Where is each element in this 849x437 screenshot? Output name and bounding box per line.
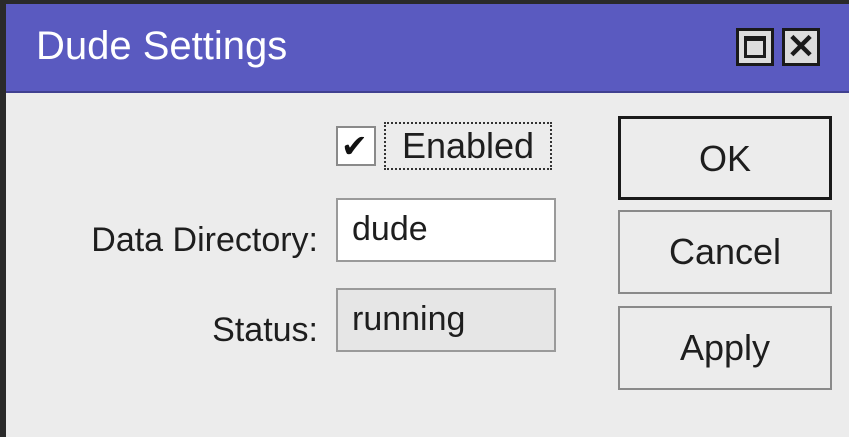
title-bar[interactable]: Dude Settings ✕ (6, 4, 849, 93)
status-label: Status: (212, 311, 318, 349)
maximize-button[interactable] (736, 28, 774, 66)
apply-button[interactable]: Apply (618, 306, 832, 390)
cancel-button[interactable]: Cancel (618, 210, 832, 294)
maximize-icon (744, 36, 766, 58)
data-directory-input[interactable]: dude (336, 198, 556, 262)
window-title: Dude Settings (36, 24, 288, 68)
data-directory-label: Data Directory: (91, 221, 318, 259)
close-icon: ✕ (786, 28, 816, 66)
status-field: running (336, 288, 556, 352)
close-button[interactable]: ✕ (782, 28, 820, 66)
dude-settings-window: Dude Settings ✕ ✔ Enabled Data Directory… (0, 0, 849, 437)
checkmark-icon: ✔ (341, 128, 368, 164)
enabled-label[interactable]: Enabled (384, 122, 552, 170)
ok-button[interactable]: OK (618, 116, 832, 200)
enabled-checkbox[interactable]: ✔ (336, 126, 376, 166)
